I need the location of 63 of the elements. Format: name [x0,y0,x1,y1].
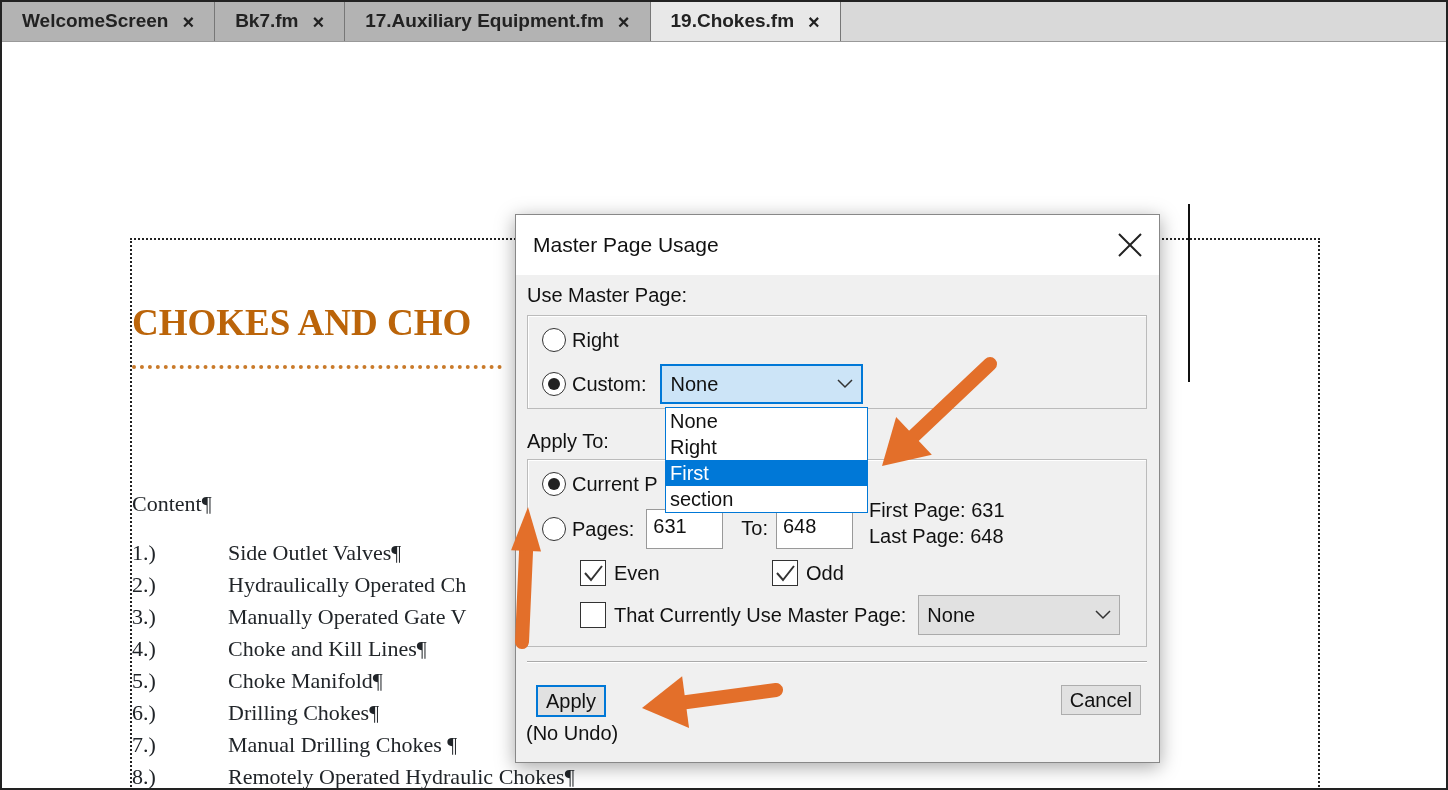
close-icon[interactable]: × [312,6,325,37]
chevron-icon [1095,610,1112,620]
first-page-info: First Page: 631 [868,498,1005,523]
tab-label[interactable]: WelcomeScreen [22,7,169,36]
group-label: Use Master Page: [527,283,688,307]
tab[interactable]: Bk7.fm × [215,2,346,41]
to-label: To: [741,516,768,540]
list-item-text: Choke Manifold¶ [228,670,383,692]
radio-button[interactable] [542,472,566,496]
tab[interactable]: 17.Auxiliary Equipment.fm × [345,2,651,41]
list-item-text: Hydraulically Operated Ch [228,574,467,596]
radio-label[interactable]: Custom: [572,372,647,396]
radio-label[interactable]: Pages: [572,517,635,541]
radio-button[interactable] [542,328,566,352]
checkbox[interactable] [580,560,606,586]
dropdown-option[interactable]: First [666,460,867,486]
cancel-button[interactable]: Cancel [1060,685,1141,715]
group-label: Apply To: [527,429,609,453]
checkbox[interactable] [580,602,606,628]
list-item-text: Drilling Chokes¶ [228,702,380,724]
dialog-title: Master Page Usage [533,232,719,259]
list-number: 1.) [132,542,157,564]
tab-label[interactable]: Bk7.fm [235,7,299,36]
tab[interactable]: 19.Chokes.fm × [650,2,841,41]
tab-label[interactable]: 17.Auxiliary Equipment.fm [365,7,604,36]
list-item-text: Remotely Operated Hydraulic Chokes¶ [228,766,575,788]
list-number: 8.) [132,766,157,788]
list-number: 4.) [132,638,157,660]
dropdown[interactable]: None [660,364,864,404]
no-undo-note: (No Undo) [526,721,619,745]
chapter-heading: CHOKES AND CHO [132,304,472,341]
close-icon[interactable]: × [617,6,630,37]
list-number: 3.) [132,606,157,628]
close-icon[interactable] [1117,232,1143,258]
list-item-text: Choke and Kill Lines¶ [228,638,427,660]
list-number: 5.) [132,670,157,692]
radio-button[interactable] [542,372,566,396]
dropdown-option[interactable]: Right [666,434,867,460]
tab-label[interactable]: 19.Chokes.fm [670,7,795,36]
list-item-text: Manually Operated Gate V [228,606,467,628]
page-from-field[interactable]: 631 [646,509,724,549]
list-item-text: Manual Drilling Chokes ¶ [228,734,458,756]
last-page-info: Last Page: 648 [868,524,1005,549]
content-heading: Content¶ [132,490,212,518]
radio-label[interactable]: Current P [572,472,658,496]
list-number: 7.) [132,734,157,756]
checkbox-label[interactable]: That Currently Use Master Page: [614,603,907,627]
list-item-text: Side Outlet Valves¶ [228,542,402,564]
close-icon[interactable]: × [182,6,195,37]
dropdown-option[interactable]: None [666,408,867,434]
chevron-icon [837,379,854,389]
radio-button[interactable] [542,517,566,541]
checkbox-label[interactable]: Even [614,561,660,585]
checkbox[interactable] [772,560,798,586]
close-icon[interactable]: × [808,6,820,37]
list-number: 2.) [132,574,157,596]
tab[interactable]: WelcomeScreen × [2,2,216,41]
checkbox-label[interactable]: Odd [806,561,844,585]
dropdown[interactable]: None [918,595,1121,635]
apply-button[interactable]: Apply [536,685,607,717]
list-number: 6.) [132,702,157,724]
radio-label[interactable]: Right [572,328,619,352]
dropdown-option[interactable]: section [666,486,867,512]
